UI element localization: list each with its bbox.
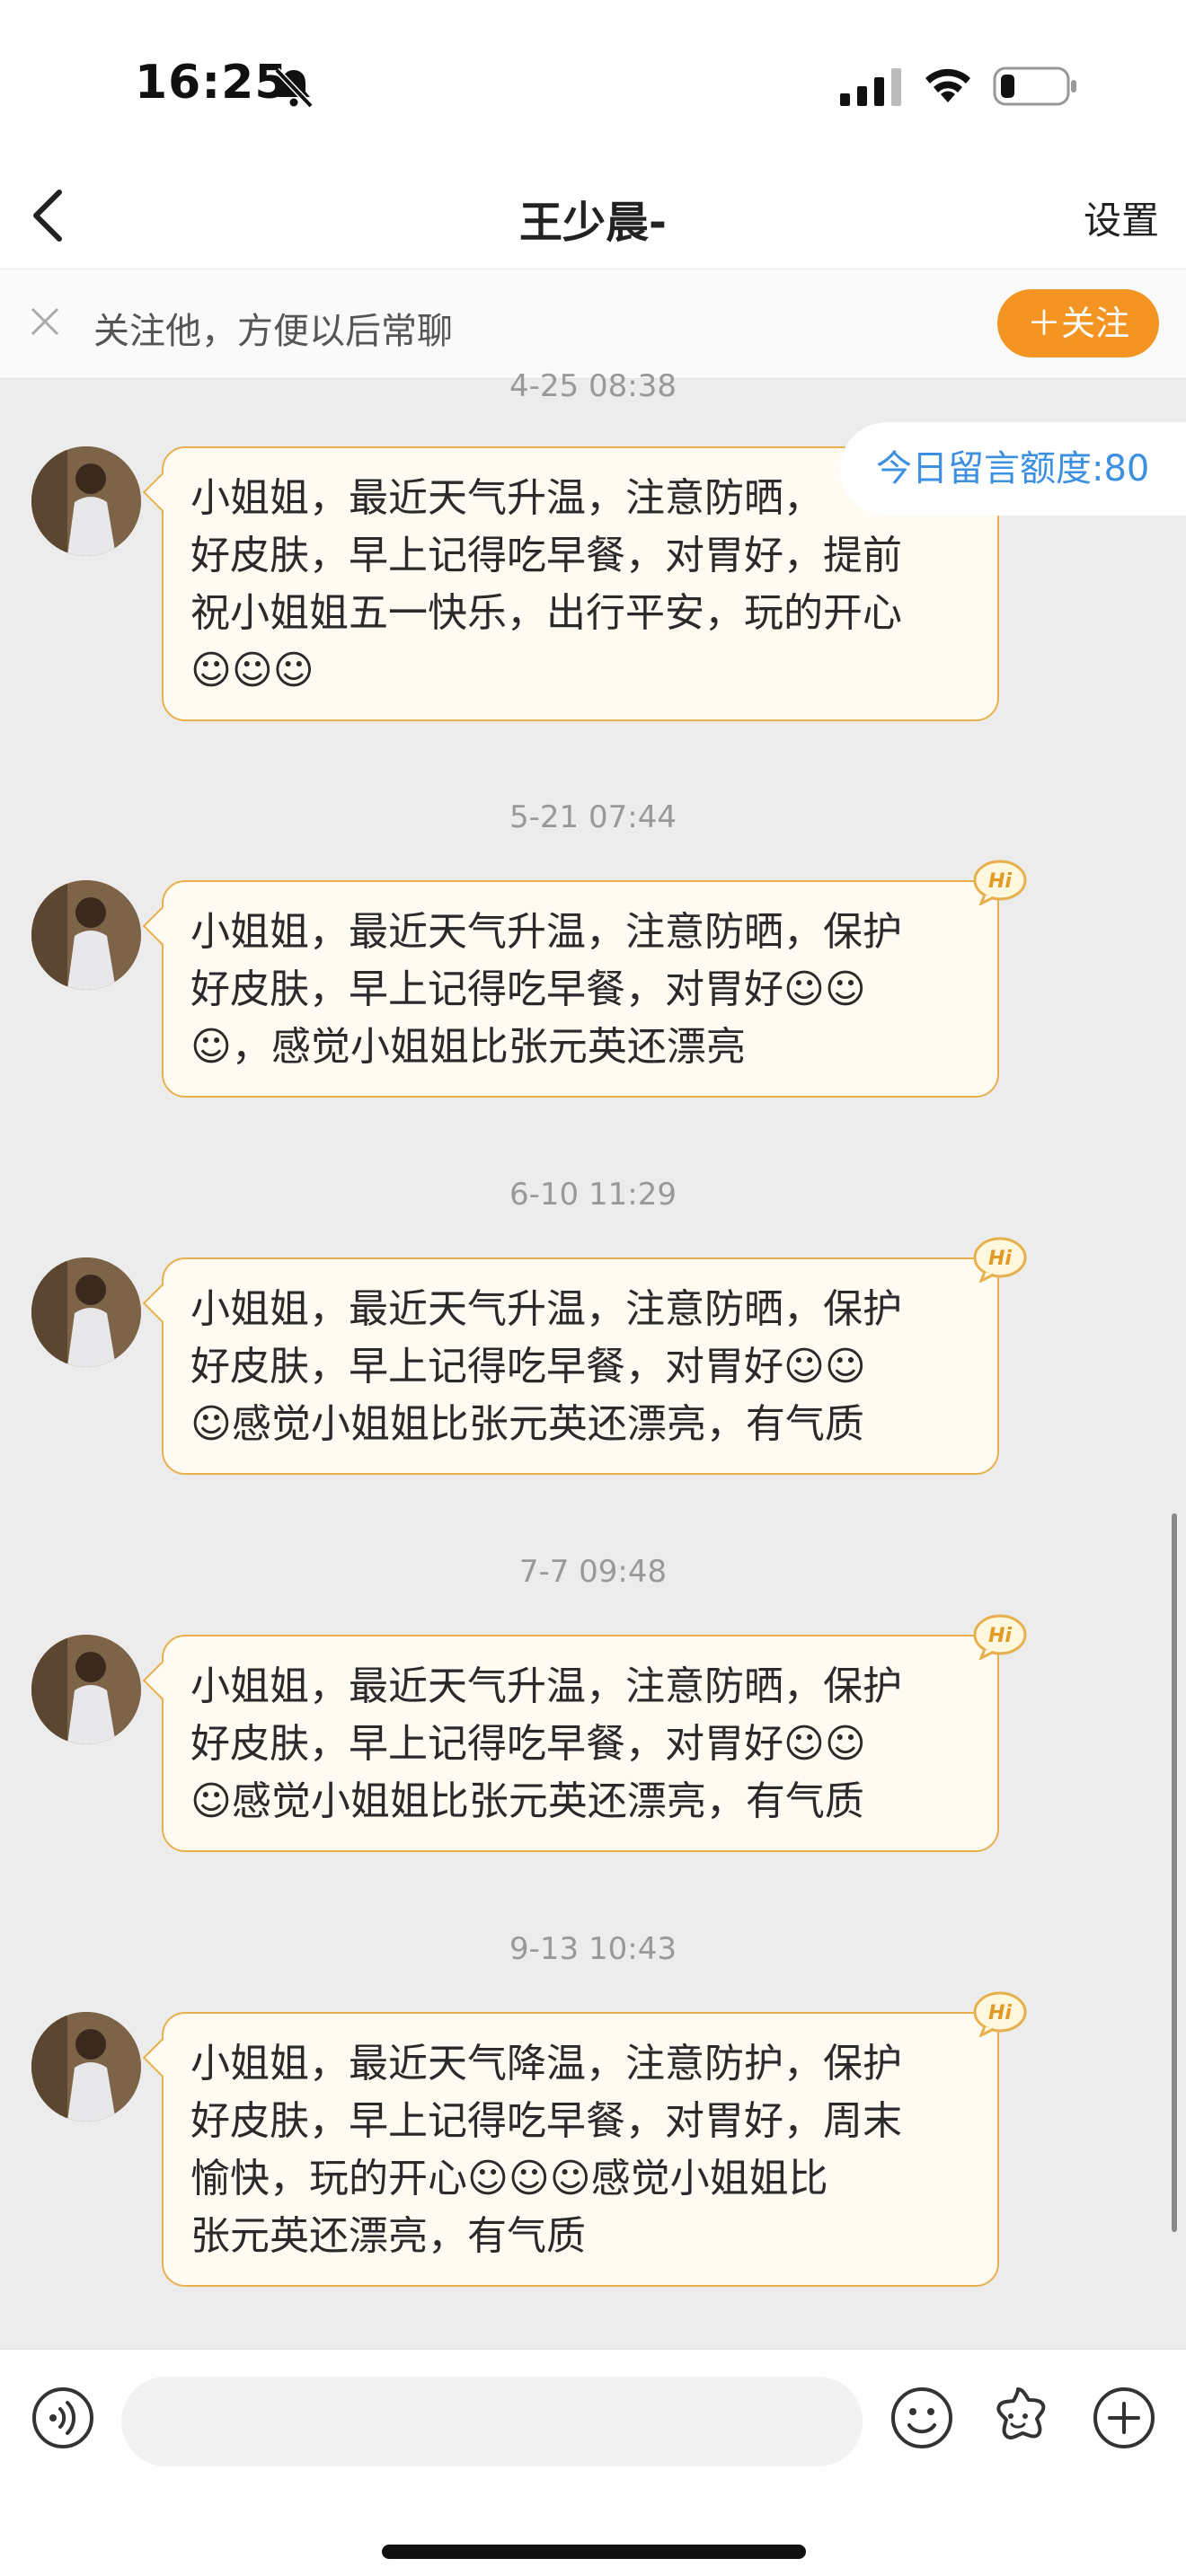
hi-badge-icon: Hi (973, 1614, 1027, 1660)
chat-title: 王少晨- (519, 198, 667, 248)
message-line: 好皮肤，早上记得吃早餐，对胃好，周末 (190, 2098, 902, 2144)
message-line: 小姐姐，最近天气降温，注意防护，保护 (190, 2041, 902, 2086)
avatar-photo (31, 1257, 141, 1367)
message-line: ☺☺☺ (190, 648, 314, 693)
timestamp: 9-13 10:43 (509, 1931, 677, 1967)
status-bar: 16:25 (0, 0, 1186, 162)
avatar-photo (31, 880, 141, 990)
svg-text:Hi: Hi (988, 1625, 1012, 1647)
close-icon[interactable] (25, 302, 65, 341)
add-icon[interactable] (1092, 2386, 1156, 2450)
avatar-photo (31, 1635, 141, 1744)
avatar[interactable] (31, 880, 141, 990)
avatar[interactable] (31, 2012, 141, 2122)
avatar-photo (31, 446, 141, 556)
svg-text:Hi: Hi (988, 870, 1012, 893)
message-line: 愉快，玩的开心☺☺☺感觉小姐姐比 (190, 2156, 828, 2201)
sticker-flower-icon[interactable] (984, 2384, 1052, 2452)
nav-bar: 王少晨- 设置 (0, 162, 1186, 269)
timestamp: 7-7 09:48 (518, 1554, 668, 1590)
message-input[interactable] (121, 2377, 863, 2466)
hi-badge-icon: Hi (973, 1237, 1027, 1283)
message-bubble[interactable]: Hi 小姐姐，最近天气降温，注意防护，保护 好皮肤，早上记得吃早餐，对胃好，周末… (162, 1991, 1027, 2287)
hi-badge-icon: Hi (973, 860, 1027, 905)
message-line: ☺，感觉小姐姐比张元英还漂亮 (190, 1024, 746, 1070)
timestamp: 4-25 08:38 (509, 368, 677, 404)
timestamp: 5-21 07:44 (509, 799, 677, 835)
settings-button[interactable]: 设置 (1084, 190, 1159, 245)
avatar[interactable] (31, 1635, 141, 1744)
timestamp: 6-10 11:29 (509, 1177, 677, 1213)
message-line: 好皮肤，早上记得吃早餐，对胃好，提前 (190, 533, 902, 578)
message-bubble[interactable]: Hi 小姐姐，最近天气升温，注意防晒，保护 好皮肤，早上记得吃早餐，对胃好☺☺ … (162, 1237, 1027, 1475)
voice-input-icon[interactable] (31, 2386, 95, 2450)
message-bubble[interactable]: Hi 小姐姐，最近天气升温，注意防晒，保护 好皮肤，早上记得吃早餐，对胃好☺☺ … (162, 1614, 1027, 1852)
message-line: 好皮肤，早上记得吃早餐，对胃好☺☺ (190, 1721, 866, 1767)
scrollbar[interactable] (1172, 1513, 1177, 2232)
message-line: 小姐姐，最近天气升温，注意防晒，保护 (190, 1286, 902, 1332)
avatar-photo (31, 2012, 141, 2122)
wifi-icon (925, 68, 970, 102)
follow-button[interactable]: ＋关注 (997, 289, 1159, 357)
follow-prompt-text: 关注他，方便以后常聊 (93, 311, 453, 352)
hi-badge-icon: Hi (973, 1991, 1027, 2037)
svg-text:Hi: Hi (988, 1248, 1012, 1270)
message-line: 小姐姐，最近天气升温，注意防晒，保护 (190, 1663, 902, 1709)
message-line: 小姐姐，最近天气升温，注意防晒，保护 (190, 909, 902, 955)
mute-bell-icon (274, 67, 314, 109)
message-line: ☺感觉小姐姐比张元英还漂亮，有气质 (190, 1401, 864, 1447)
message-composer (0, 2349, 1186, 2576)
status-time: 16:25 (135, 56, 288, 110)
follow-banner: 关注他，方便以后常聊 ＋关注 (0, 269, 1186, 379)
message-line: 好皮肤，早上记得吃早餐，对胃好☺☺ (190, 966, 866, 1012)
cellular-signal-icon (840, 68, 901, 106)
message-line: ☺感觉小姐姐比张元英还漂亮，有气质 (190, 1778, 864, 1824)
home-indicator[interactable] (382, 2545, 806, 2559)
emoji-icon[interactable] (890, 2386, 954, 2450)
message-line: 好皮肤，早上记得吃早餐，对胃好☺☺ (190, 1344, 866, 1389)
avatar[interactable] (31, 1257, 141, 1367)
message-line: 祝小姐姐五一快乐，出行平安，玩的开心 (190, 590, 902, 636)
message-quota-badge: 今日留言额度:80 (840, 422, 1186, 516)
message-line: 张元英还漂亮，有气质 (190, 2213, 586, 2259)
message-bubble[interactable]: Hi 小姐姐，最近天气升温，注意防晒，保护 好皮肤，早上记得吃早餐，对胃好☺☺ … (162, 860, 1027, 1098)
avatar[interactable] (31, 446, 141, 556)
battery-icon (993, 66, 1076, 106)
svg-text:Hi: Hi (988, 2002, 1012, 2025)
